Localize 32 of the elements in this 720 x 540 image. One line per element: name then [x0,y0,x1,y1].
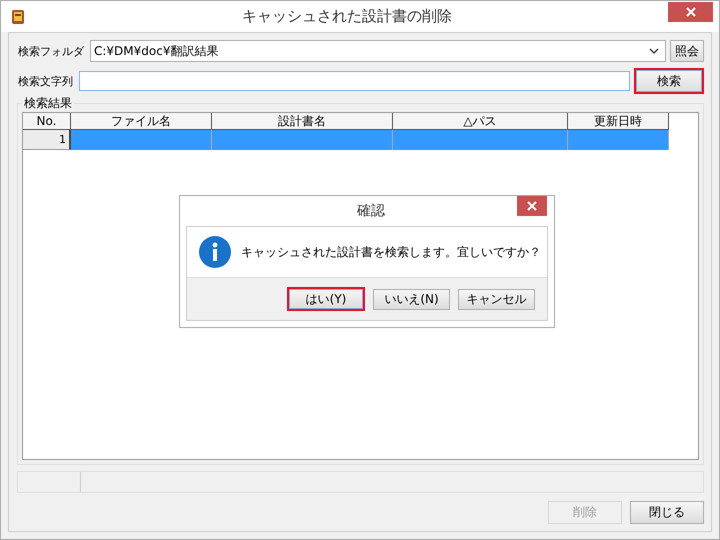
close-icon [527,201,537,211]
column-header[interactable]: ファイル名 [71,113,212,130]
table-cell[interactable] [393,130,568,150]
dialog-button[interactable]: キャンセル [458,288,535,310]
close-icon [686,6,696,16]
dialog-title: 確認 [356,202,386,220]
column-header[interactable]: 更新日時 [568,113,669,130]
column-header[interactable]: 設計書名 [212,113,393,130]
dialog-button[interactable]: いいえ(N) [373,288,450,310]
dialog-button[interactable]: はい(Y) [287,287,365,311]
close-button[interactable] [668,2,713,22]
row-number: 1 [23,130,71,150]
dialog-button[interactable]: 閉じる [630,500,704,524]
column-header[interactable]: △パス [393,113,568,130]
search-button[interactable]: 検索 [634,68,704,94]
dropdown-value: C:¥DM¥doc¥翻訳結果 [94,42,218,60]
group-label: 検索結果 [22,95,74,112]
table-cell[interactable] [71,130,212,150]
app-icon [10,8,26,26]
table-cell[interactable] [568,130,669,150]
window-title: キャッシュされた設計書の削除 [241,7,453,26]
field-label: 検索フォルダ [18,44,84,58]
chevron-down-icon [649,48,659,54]
table-cell[interactable] [212,130,393,150]
folder-dropdown[interactable]: C:¥DM¥doc¥翻訳結果 [90,40,666,62]
column-header[interactable]: No. [23,113,71,130]
browse-button[interactable]: 照会 [670,40,704,62]
field-label: 検索文字列 [18,74,73,88]
message-text: キャッシュされた設計書を検索します。宜しいですか？ [241,244,541,260]
close-button[interactable] [517,196,547,216]
info-icon [199,236,231,268]
search-field[interactable] [79,71,630,91]
